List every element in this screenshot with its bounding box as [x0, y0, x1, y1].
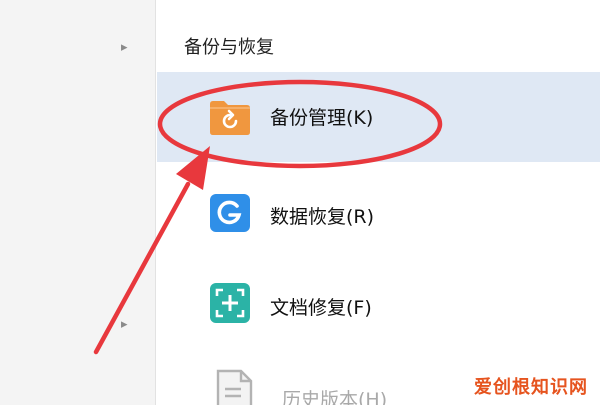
- section-title: 备份与恢复: [184, 37, 274, 58]
- document-repair-icon: [210, 283, 250, 323]
- menu-item-document-repair[interactable]: 文档修复(F): [157, 258, 600, 348]
- menu-item-label: 备份管理(K): [270, 107, 374, 129]
- watermark-text: 爱创根知识网: [474, 377, 588, 398]
- expand-arrow-icon[interactable]: ▸: [121, 40, 128, 55]
- history-version-icon: [216, 369, 253, 405]
- left-pane: ▸ ▸: [0, 0, 155, 405]
- menu-item-label: 历史版本(H): [282, 389, 388, 405]
- menu-item-label: 数据恢复(R): [270, 206, 375, 228]
- menu-item-backup-management[interactable]: 备份管理(K): [157, 72, 600, 162]
- menu-item-label: 文档修复(F): [270, 297, 372, 319]
- backup-folder-icon: [210, 101, 250, 135]
- watermark: 爱创根知识网: [474, 373, 588, 399]
- menu-item-data-recovery[interactable]: 数据恢复(R): [157, 168, 600, 258]
- data-recovery-icon: [210, 194, 250, 232]
- pane-divider: [155, 0, 156, 405]
- expand-arrow-icon[interactable]: ▸: [121, 317, 128, 332]
